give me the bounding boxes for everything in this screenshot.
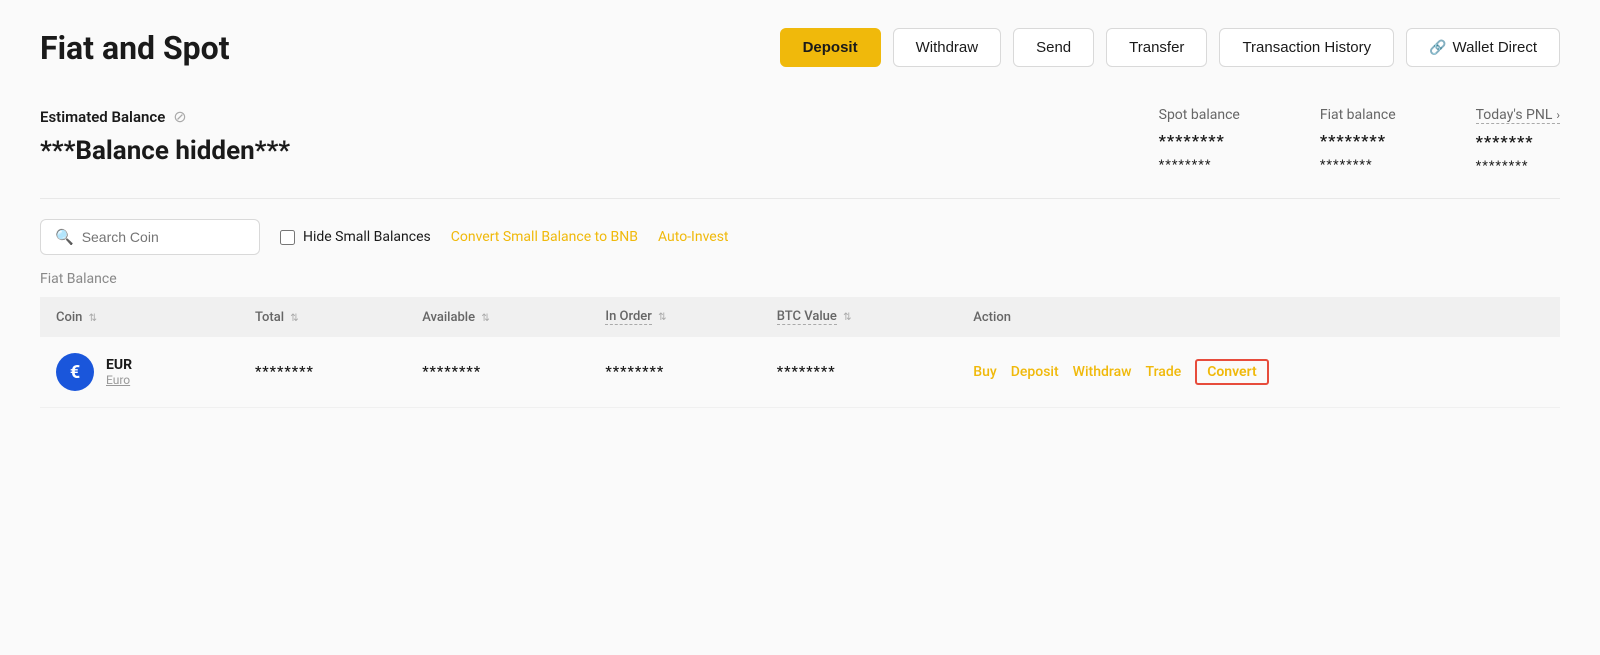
btc-value-value: ******** xyxy=(777,364,836,380)
sort-icon-in-order[interactable]: ⇅ xyxy=(658,312,666,323)
table-body: € EUR Euro ******** ******** xyxy=(40,337,1560,408)
pnl-label[interactable]: Today's PNL › xyxy=(1476,107,1560,124)
pnl-val2: ******** xyxy=(1476,159,1560,174)
in-order-header-label: In Order xyxy=(605,309,651,325)
transaction-history-button[interactable]: Transaction History xyxy=(1219,28,1394,67)
main-container: Fiat and Spot Deposit Withdraw Send Tran… xyxy=(0,0,1600,655)
sort-icon-available[interactable]: ⇅ xyxy=(481,313,489,324)
fiat-section-label: Fiat Balance xyxy=(0,267,1600,297)
table-header: Coin ⇅ Total ⇅ Available ⇅ In Order ⇅ xyxy=(40,297,1560,337)
spot-balance-label: Spot balance xyxy=(1159,107,1240,123)
fiat-balance-val2: ******** xyxy=(1320,158,1396,173)
balance-section: Estimated Balance ⊘ ***Balance hidden***… xyxy=(0,87,1600,198)
col-in-order: In Order ⇅ xyxy=(589,297,760,337)
wallet-direct-button[interactable]: 🔗 Wallet Direct xyxy=(1406,28,1560,67)
hide-balance-icon[interactable]: ⊘ xyxy=(173,107,186,126)
page-title: Fiat and Spot xyxy=(40,29,230,67)
col-coin: Coin ⇅ xyxy=(40,297,239,337)
coin-cell: € EUR Euro xyxy=(40,337,239,408)
balance-grid: Spot balance ******** ******** Fiat bala… xyxy=(1159,107,1560,174)
balance-label-row: Estimated Balance ⊘ xyxy=(40,107,290,126)
in-order-value: ******** xyxy=(605,364,664,380)
search-box: 🔍 xyxy=(40,219,260,255)
sort-icon-coin[interactable]: ⇅ xyxy=(89,313,97,324)
pnl-item: Today's PNL › ******* ******** xyxy=(1476,107,1560,174)
total-value: ******** xyxy=(255,364,314,380)
btc-value-cell: ******** xyxy=(761,337,958,408)
pnl-val1: ******* xyxy=(1476,132,1560,151)
deposit-button[interactable]: Deposit xyxy=(780,28,881,67)
balance-label: Estimated Balance xyxy=(40,108,165,126)
eur-coin-icon: € xyxy=(56,353,94,391)
spot-balance-item: Spot balance ******** ******** xyxy=(1159,107,1240,174)
send-button[interactable]: Send xyxy=(1013,28,1094,67)
auto-invest-link[interactable]: Auto-Invest xyxy=(658,229,729,245)
col-action: Action xyxy=(957,297,1560,337)
balance-table: Coin ⇅ Total ⇅ Available ⇅ In Order ⇅ xyxy=(40,297,1560,408)
trade-action[interactable]: Trade xyxy=(1146,364,1182,380)
search-icon: 🔍 xyxy=(55,228,74,246)
col-btc-value: BTC Value ⇅ xyxy=(761,297,958,337)
coin-fullname[interactable]: Euro xyxy=(106,373,132,387)
table-container: Coin ⇅ Total ⇅ Available ⇅ In Order ⇅ xyxy=(0,297,1600,408)
in-order-cell: ******** xyxy=(589,337,760,408)
header: Fiat and Spot Deposit Withdraw Send Tran… xyxy=(0,0,1600,87)
transfer-button[interactable]: Transfer xyxy=(1106,28,1207,67)
total-cell: ******** xyxy=(239,337,406,408)
coin-cell-inner: € EUR Euro xyxy=(56,353,223,391)
balance-top-row: Estimated Balance ⊘ ***Balance hidden***… xyxy=(40,107,1560,174)
available-cell: ******** xyxy=(406,337,589,408)
spot-balance-val1: ******** xyxy=(1159,131,1240,150)
btc-value-header-label: BTC Value xyxy=(777,309,837,325)
chevron-right-icon: › xyxy=(1556,108,1560,122)
convert-small-balance-link[interactable]: Convert Small Balance to BNB xyxy=(451,229,638,245)
table-row: € EUR Euro ******** ******** xyxy=(40,337,1560,408)
filters-section: 🔍 Hide Small Balances Convert Small Bala… xyxy=(0,199,1600,267)
convert-action[interactable]: Convert xyxy=(1195,359,1268,385)
link-icon: 🔗 xyxy=(1429,39,1446,56)
coin-symbol: EUR xyxy=(106,357,132,373)
buy-action[interactable]: Buy xyxy=(973,364,996,380)
sort-icon-total[interactable]: ⇅ xyxy=(290,313,298,324)
col-available: Available ⇅ xyxy=(406,297,589,337)
balance-hidden-text: ***Balance hidden*** xyxy=(40,136,290,166)
withdraw-button[interactable]: Withdraw xyxy=(893,28,1002,67)
hide-small-balances-checkbox[interactable] xyxy=(280,230,295,245)
withdraw-action[interactable]: Withdraw xyxy=(1073,364,1132,380)
fiat-balance-label: Fiat balance xyxy=(1320,107,1396,123)
available-value: ******** xyxy=(422,364,481,380)
sort-icon-btc-value[interactable]: ⇅ xyxy=(843,312,851,323)
coin-info: EUR Euro xyxy=(106,357,132,387)
search-input[interactable] xyxy=(82,229,245,245)
fiat-balance-item: Fiat balance ******** ******** xyxy=(1320,107,1396,174)
action-cell: Buy Deposit Withdraw Trade Convert xyxy=(957,337,1560,408)
hide-small-balances-label[interactable]: Hide Small Balances xyxy=(280,229,431,245)
spot-balance-val2: ******** xyxy=(1159,158,1240,173)
estimated-balance-block: Estimated Balance ⊘ ***Balance hidden*** xyxy=(40,107,290,166)
col-total: Total ⇅ xyxy=(239,297,406,337)
action-cell-inner: Buy Deposit Withdraw Trade Convert xyxy=(973,359,1544,385)
fiat-balance-val1: ******** xyxy=(1320,131,1396,150)
deposit-action[interactable]: Deposit xyxy=(1011,364,1059,380)
